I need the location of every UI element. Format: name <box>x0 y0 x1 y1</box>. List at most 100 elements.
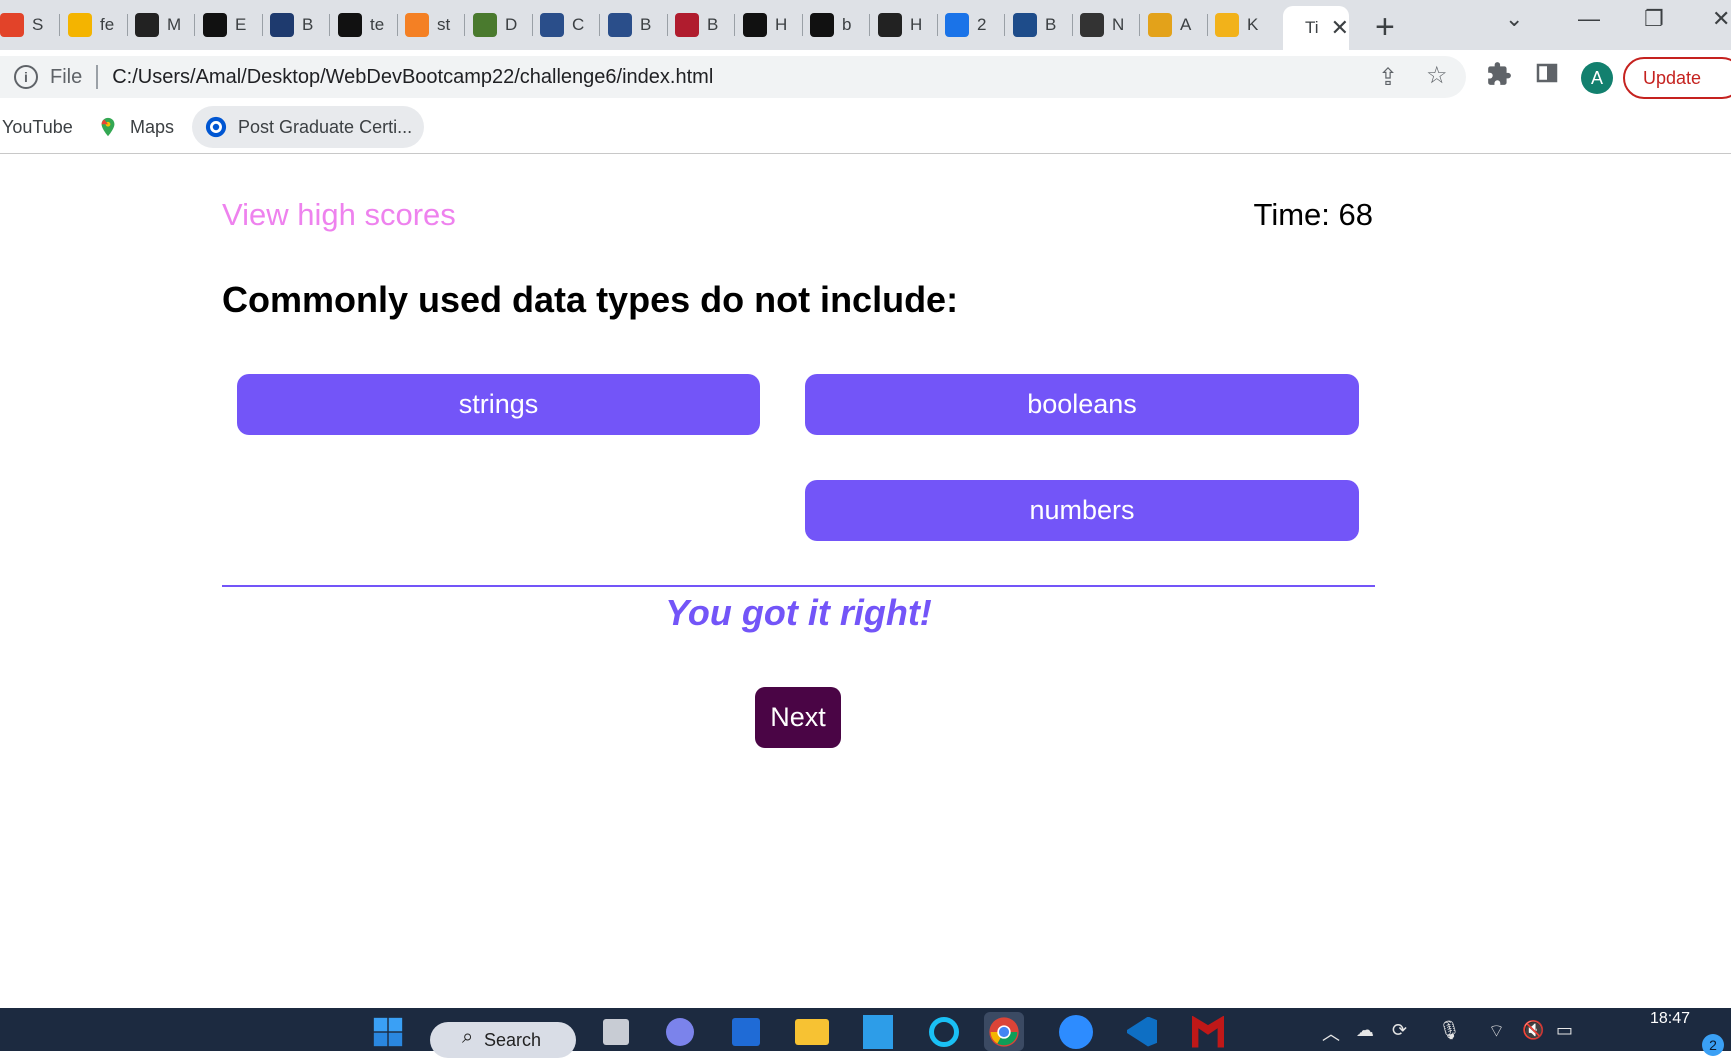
github-icon <box>203 13 227 37</box>
chrome-icon[interactable] <box>984 1012 1024 1051</box>
tab-title: fe <box>100 15 114 34</box>
taskbar-search[interactable]: ⌕ Search <box>430 1022 576 1058</box>
url-text[interactable]: C:/Users/Amal/Desktop/WebDevBootcamp22/c… <box>112 66 713 89</box>
bookmark-label: Post Graduate Certi... <box>238 116 413 137</box>
tab-title: b <box>842 15 852 34</box>
bookmark-youtube[interactable]: YouTube <box>2 106 73 148</box>
vscode-icon[interactable] <box>1122 1012 1162 1051</box>
crown-icon <box>608 13 632 37</box>
microphone-icon[interactable]: 🎙 <box>1438 1020 1461 1041</box>
close-icon[interactable]: ✕ <box>1331 15 1349 41</box>
bookmark-label: Maps <box>130 116 175 137</box>
tab[interactable]: N <box>1072 6 1126 44</box>
notification-badge[interactable]: 2 <box>1702 1034 1724 1056</box>
scheme-label: File <box>50 65 83 88</box>
info-icon[interactable]: i <box>14 65 38 89</box>
answer-button[interactable]: strings <box>237 374 760 435</box>
tab-title: st <box>437 15 451 34</box>
question-text: Commonly used data types do not include: <box>222 279 959 320</box>
app-l-icon[interactable] <box>858 1012 898 1051</box>
horse-icon <box>1080 13 1104 37</box>
battery-icon[interactable]: ▭ <box>1556 1020 1573 1041</box>
shield-icon <box>270 13 294 37</box>
bookmark-star-icon[interactable]: ☆ <box>1426 61 1448 90</box>
answer-button[interactable]: booleans <box>805 374 1359 435</box>
tab[interactable]: te <box>330 6 384 44</box>
tab-title: te <box>370 15 384 34</box>
tab-title: B <box>707 15 719 34</box>
new-tab-plus-icon[interactable]: + <box>1375 8 1395 47</box>
search-icon: ⌕ <box>462 1026 474 1048</box>
tab[interactable]: H <box>870 6 924 44</box>
tab-title: B <box>302 15 314 34</box>
divider <box>222 585 1375 587</box>
tab[interactable]: C <box>532 6 586 44</box>
tab-search-chevron-icon[interactable]: ⌄ <box>1505 6 1523 32</box>
search-icon <box>945 13 969 37</box>
gitlab-icon <box>0 13 24 37</box>
bookmark-post-graduate[interactable]: Post Graduate Certi... <box>192 106 425 148</box>
tab-active[interactable]: Ti ✕ <box>1283 6 1349 50</box>
tab-title: B <box>640 15 652 34</box>
tab-title: H <box>910 15 923 34</box>
minimize-icon[interactable]: — <box>1578 6 1600 32</box>
cortana-ring-icon[interactable] <box>924 1012 964 1051</box>
share-icon[interactable]: ⇪ <box>1378 63 1398 92</box>
bookmarks-bar: YouTube Maps Post Graduate Certi... <box>0 104 1731 154</box>
tab[interactable]: H <box>735 6 789 44</box>
edx-icon <box>135 13 159 37</box>
task-view-icon[interactable] <box>596 1012 636 1051</box>
tab[interactable]: M <box>127 6 181 44</box>
tab-title: E <box>235 15 247 34</box>
tab[interactable]: B <box>1005 6 1059 44</box>
tab[interactable]: A <box>1140 6 1194 44</box>
tab[interactable]: fe <box>60 6 114 44</box>
store-icon[interactable] <box>726 1012 766 1051</box>
mcafee-icon[interactable] <box>1188 1012 1228 1051</box>
tray-chevron-icon[interactable]: ︿ <box>1322 1020 1340 1046</box>
extensions-puzzle-icon[interactable] <box>1486 61 1512 94</box>
tab[interactable]: B <box>667 6 721 44</box>
answer-button[interactable]: numbers <box>805 480 1359 541</box>
tab-strip: Sfe M E Bte st D C B B Hb H 2 B N A K Ti ✕ + ⌄ — ❐ ✕ <box>0 0 1731 50</box>
browser-toolbar: i File C:/Users/Amal/Desktop/WebDevBootc… <box>0 50 1731 104</box>
teams-chat-icon[interactable] <box>660 1012 700 1051</box>
tab-title: C <box>572 15 585 34</box>
bracket-icon <box>473 13 497 37</box>
tab[interactable]: B <box>600 6 654 44</box>
tab-title: B <box>1045 15 1057 34</box>
tab[interactable]: S <box>0 6 46 44</box>
tab[interactable]: E <box>195 6 249 44</box>
onedrive-cloud-icon[interactable]: ☁ <box>1356 1020 1374 1041</box>
tab[interactable]: 2 <box>937 6 991 44</box>
profile-avatar[interactable]: A <box>1581 62 1613 94</box>
tab[interactable]: st <box>397 6 451 44</box>
tab-title: Ti <box>1305 18 1319 37</box>
window-close-icon[interactable]: ✕ <box>1712 6 1730 32</box>
tab[interactable]: K <box>1207 6 1261 44</box>
address-bar[interactable]: i File C:/Users/Amal/Desktop/WebDevBootc… <box>0 56 1466 98</box>
restore-icon[interactable]: ❐ <box>1644 6 1664 32</box>
speaker-muted-icon[interactable]: 🔇 <box>1522 1020 1544 1041</box>
view-high-scores-link[interactable]: View high scores <box>222 197 456 233</box>
bookmark-maps[interactable]: Maps <box>96 106 174 148</box>
address-separator <box>96 65 99 89</box>
tab[interactable]: B <box>262 6 316 44</box>
update-button[interactable]: Update <box>1623 57 1731 99</box>
tile-icon <box>1013 13 1037 37</box>
file-explorer-icon[interactable] <box>792 1012 832 1051</box>
tab-title: A <box>1180 15 1192 34</box>
sun-icon <box>1215 13 1239 37</box>
sync-icon[interactable]: ⟳ <box>1392 1020 1407 1041</box>
side-panel-icon[interactable] <box>1535 61 1559 92</box>
zoom-icon[interactable] <box>1056 1012 1096 1051</box>
wifi-icon[interactable]: ⌔ <box>1488 1020 1505 1043</box>
tab[interactable]: b <box>802 6 856 44</box>
windows-start-icon[interactable] <box>368 1012 408 1051</box>
tab[interactable]: D <box>465 6 519 44</box>
tab-title: M <box>167 15 181 34</box>
tab-title: D <box>505 15 518 34</box>
clock-time[interactable]: 18:47 <box>1650 1010 1690 1028</box>
feedback-text: You got it right! <box>665 592 932 633</box>
next-button[interactable]: Next <box>755 687 841 748</box>
